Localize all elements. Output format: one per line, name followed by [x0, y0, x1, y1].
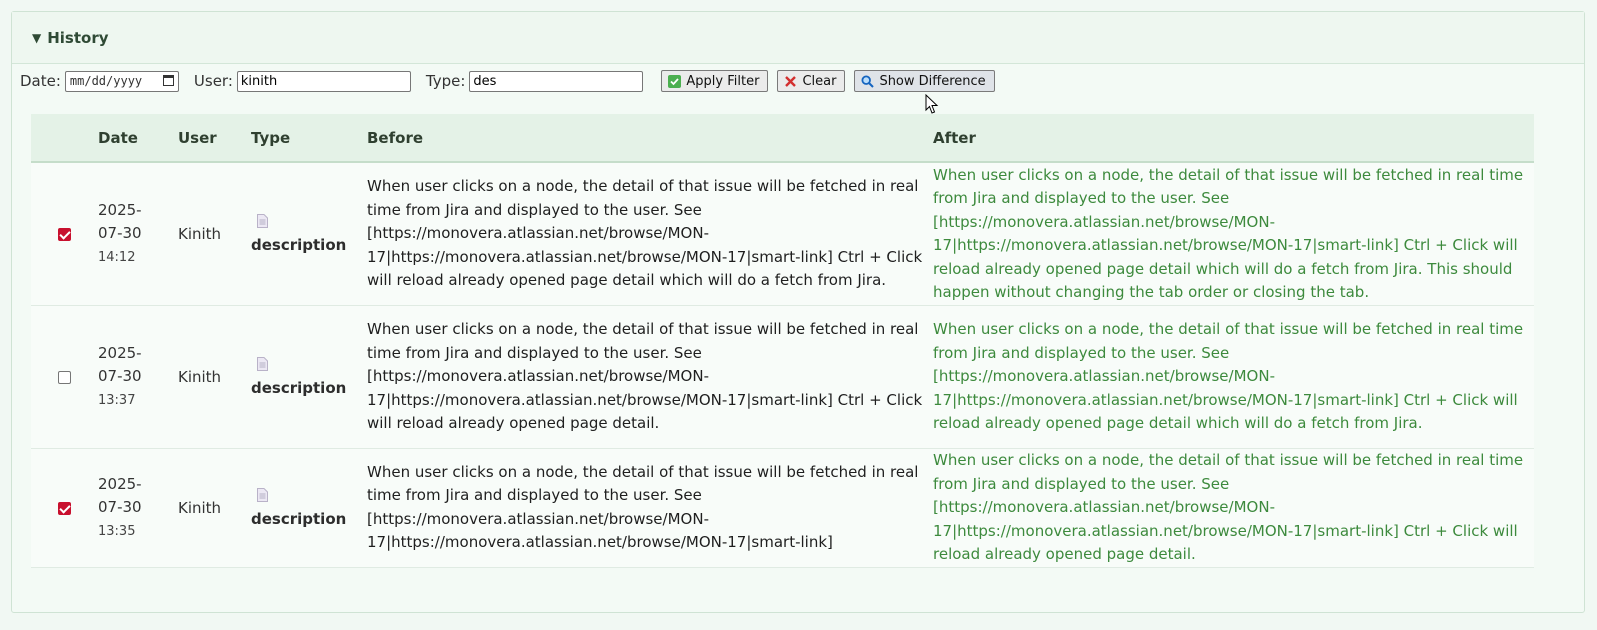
column-header-date: Date — [98, 114, 178, 163]
apply-filter-label: Apply Filter — [686, 73, 760, 89]
mouse-cursor-icon — [925, 94, 939, 114]
table-row: 2025- 07-30 13:37 Kinith description Whe… — [31, 305, 1534, 449]
row-select-checkbox[interactable] — [58, 228, 71, 241]
date-line-2: 07-30 — [98, 224, 142, 242]
show-difference-label: Show Difference — [879, 73, 986, 89]
table-row: 2025- 07-30 13:35 Kinith description Whe… — [31, 448, 1534, 568]
history-table: Date User Type Before After 2025- 07-30 … — [31, 114, 1534, 568]
before-text: When user clicks on a node, the detail o… — [367, 448, 933, 568]
column-header-select — [31, 114, 98, 163]
date-line-1: 2025- — [98, 474, 142, 493]
document-icon — [257, 214, 367, 232]
column-header-type: Type — [251, 114, 367, 163]
date-line-1: 2025- — [98, 201, 142, 219]
date-input[interactable]: mm/dd/yyyy — [64, 70, 179, 92]
time-text: 14:12 — [98, 250, 136, 265]
time-text: 13:35 — [98, 523, 136, 539]
type-cell: description — [251, 162, 367, 306]
table-row: 2025- 07-30 14:12 Kinith description Whe… — [31, 162, 1534, 306]
type-label: description — [251, 236, 347, 254]
magnifier-icon — [861, 74, 875, 88]
type-label: description — [251, 379, 347, 397]
show-difference-button[interactable]: Show Difference — [854, 70, 995, 92]
after-text: When user clicks on a node, the detail o… — [933, 448, 1534, 568]
table-header-row: Date User Type Before After — [31, 114, 1534, 163]
date-label: Date: — [20, 72, 61, 90]
check-icon — [668, 74, 682, 88]
document-icon — [257, 487, 367, 506]
calendar-icon[interactable] — [162, 74, 174, 86]
row-select-checkbox[interactable] — [58, 371, 71, 384]
user-label: User: — [193, 72, 233, 90]
clear-label: Clear — [802, 73, 837, 89]
user-cell: Kinith — [178, 448, 251, 568]
apply-filter-button[interactable]: Apply Filter — [661, 70, 769, 92]
date-placeholder: mm/dd/yyyy — [69, 74, 143, 88]
type-label: Type: — [425, 72, 466, 90]
column-header-after: After — [933, 114, 1534, 163]
history-panel-header[interactable]: ▼ History — [12, 12, 1584, 64]
date-cell: 2025- 07-30 13:37 — [98, 305, 178, 449]
row-select-checkbox[interactable] — [58, 501, 71, 515]
before-text: When user clicks on a node, the detail o… — [367, 305, 933, 449]
time-text: 13:37 — [98, 393, 136, 408]
document-icon — [257, 357, 367, 375]
before-text: When user clicks on a node, the detail o… — [367, 162, 933, 306]
type-cell: description — [251, 448, 367, 568]
x-icon — [784, 75, 797, 88]
panel-title: History — [47, 28, 109, 47]
date-cell: 2025- 07-30 14:12 — [98, 162, 178, 306]
after-text: When user clicks on a node, the detail o… — [933, 162, 1534, 306]
filter-bar: Date: mm/dd/yyyy User: Type: Apply Filte… — [20, 69, 1004, 93]
date-cell: 2025- 07-30 13:35 — [98, 448, 178, 568]
user-filter-input[interactable] — [236, 70, 411, 92]
column-header-user: User — [178, 114, 251, 163]
column-header-before: Before — [367, 114, 933, 163]
type-filter-input[interactable] — [469, 70, 644, 92]
date-line-2: 07-30 — [98, 367, 142, 385]
user-cell: Kinith — [178, 162, 251, 306]
after-text: When user clicks on a node, the detail o… — [933, 305, 1534, 449]
date-line-1: 2025- — [98, 344, 142, 362]
type-label: description — [251, 509, 347, 528]
clear-button[interactable]: Clear — [777, 70, 846, 92]
date-line-2: 07-30 — [98, 497, 142, 516]
user-cell: Kinith — [178, 305, 251, 449]
caret-down-icon[interactable]: ▼ — [32, 31, 41, 45]
type-cell: description — [251, 305, 367, 449]
